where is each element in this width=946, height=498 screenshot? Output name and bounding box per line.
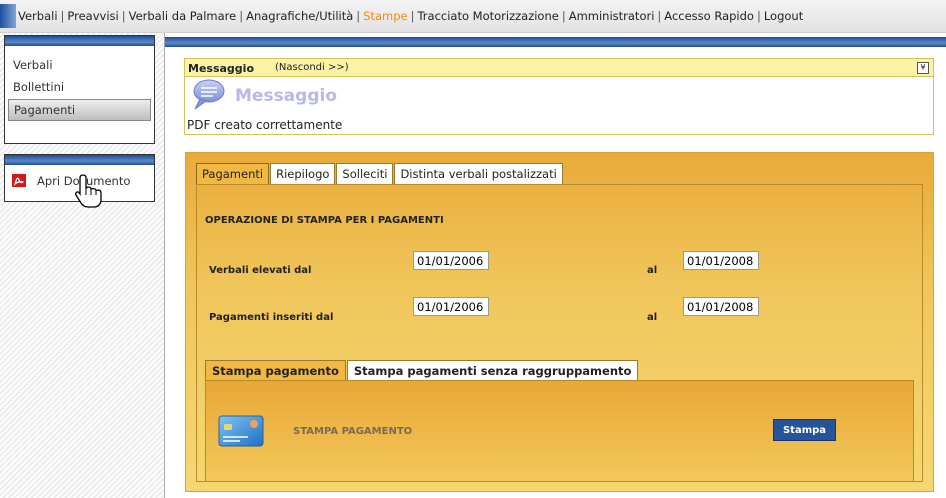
tab-content: OPERAZIONE DI STAMPA PER I PAGAMENTI Ver… — [196, 184, 923, 482]
panel-header — [5, 155, 154, 165]
tab-pagamenti[interactable]: Pagamenti — [196, 163, 270, 184]
main-tabs: Pagamenti Riepilogo Solleciti Distinta verb… — [196, 163, 564, 184]
pagamenti-inseriti-label: Pagamenti inseriti dal — [209, 312, 334, 323]
verbali-elevati-label: Verbali elevati dal — [209, 265, 312, 276]
panel-header — [5, 36, 154, 46]
nav-separator: | — [657, 9, 662, 23]
menu-panel: Verbali Bollettini Pagamenti — [4, 35, 155, 144]
tab-stampa-pagamento[interactable]: Stampa pagamento — [205, 360, 346, 381]
message-header: Messaggio (Nascondi >>) ¥ — [185, 59, 933, 77]
nav-separator: | — [410, 9, 415, 23]
tab-distinta-verbali[interactable]: Distinta verbali postalizzati — [394, 163, 563, 184]
credit-card-icon — [218, 415, 264, 447]
nav-item-stampe[interactable]: Stampe — [363, 9, 407, 23]
collapse-icon[interactable]: ¥ — [917, 62, 929, 74]
left-sidebar: Verbali Bollettini Pagamenti Apri Docume… — [0, 33, 165, 498]
nav-accent-bar — [0, 4, 16, 28]
nav-separator: | — [121, 9, 126, 23]
print-button[interactable]: Stampa — [773, 419, 836, 441]
pdf-icon — [12, 174, 26, 187]
nav-separator: | — [756, 9, 761, 23]
sidebar-item-verbali[interactable]: Verbali — [5, 54, 154, 76]
hand-pointer-icon — [75, 174, 102, 208]
nav-item-accesso-rapido[interactable]: Accesso Rapido — [664, 9, 754, 23]
pagamenti-to-input[interactable] — [683, 297, 759, 316]
nav-separator: | — [60, 9, 65, 23]
nav-item-anagrafiche[interactable]: Anagrafiche/Utilità — [246, 9, 353, 23]
nav-item-amministratori[interactable]: Amministratori — [569, 9, 655, 23]
verbali-from-input[interactable] — [413, 251, 489, 270]
content-header-bar — [165, 37, 946, 47]
message-title: Messaggio — [235, 86, 337, 106]
verbali-to-input[interactable] — [683, 251, 759, 270]
sidebar-item-pagamenti[interactable]: Pagamenti — [8, 99, 151, 121]
print-payment-label: STAMPA PAGAMENTO — [293, 426, 413, 437]
pagamenti-from-input[interactable] — [413, 297, 489, 316]
nav-item-preavvisi[interactable]: Preavvisi — [67, 9, 118, 23]
print-subtabs: Stampa pagamento Stampa pagamenti senza r… — [205, 360, 639, 381]
message-text: PDF creato correttamente — [187, 118, 343, 132]
tab-riepilogo[interactable]: Riepilogo — [270, 163, 336, 184]
tab-solleciti[interactable]: Solleciti — [336, 163, 394, 184]
top-navigation: Verbali | Preavvisi | Verbali da Palmare | Ana… — [0, 0, 946, 33]
nav-item-tracciato-motorizzazione[interactable]: Tracciato Motorizzazione — [417, 9, 558, 23]
operation-title: OPERAZIONE DI STAMPA PER I PAGAMENTI — [205, 215, 444, 226]
verbali-al-label: al — [647, 265, 658, 276]
nav-item-verbali[interactable]: Verbali — [18, 9, 58, 23]
nav-separator: | — [561, 9, 566, 23]
speech-bubble-icon — [193, 79, 225, 110]
print-panel: Pagamenti Riepilogo Solleciti Distinta verb… — [185, 152, 934, 492]
nav-separator: | — [356, 9, 361, 23]
hide-message-link[interactable]: (Nascondi >>) — [275, 62, 349, 73]
tab-stampa-senza-raggruppamento[interactable]: Stampa pagamenti senza raggruppamento — [346, 360, 639, 381]
nav-item-logout[interactable]: Logout — [764, 9, 803, 23]
print-subtab-content: STAMPA PAGAMENTO Stampa — [205, 380, 914, 482]
nav-separator: | — [239, 9, 244, 23]
pagamenti-al-label: al — [647, 312, 658, 323]
message-header-title: Messaggio — [188, 62, 254, 75]
sidebar-item-bollettini[interactable]: Bollettini — [5, 76, 154, 98]
message-box: Messaggio (Nascondi >>) ¥ Messaggio PDF … — [184, 58, 934, 135]
nav-item-verbali-da-palmare[interactable]: Verbali da Palmare — [129, 9, 237, 23]
